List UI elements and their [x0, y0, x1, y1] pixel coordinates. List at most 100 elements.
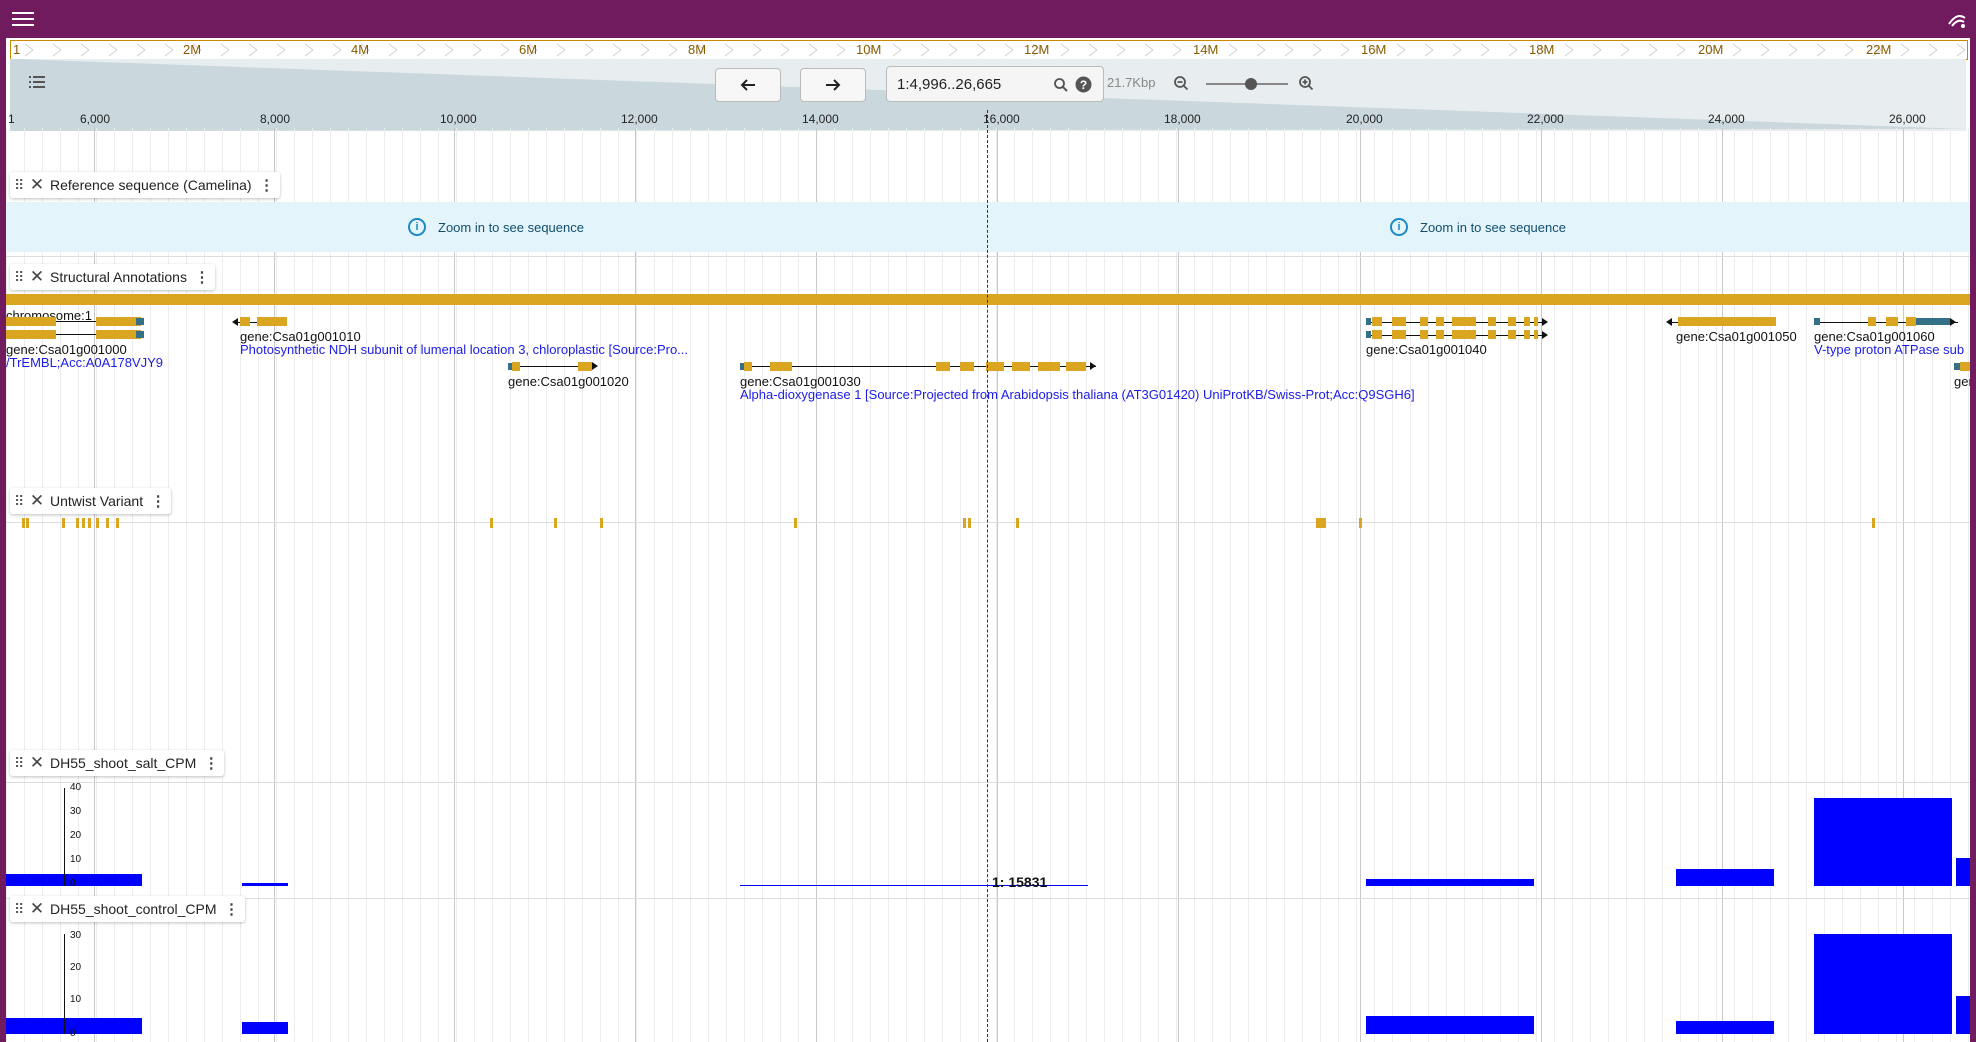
- location-search-box[interactable]: ?: [886, 66, 1104, 102]
- axis-line: [64, 788, 65, 886]
- track-separator: [6, 782, 1970, 783]
- track-name: DH55_shoot_control_CPM: [50, 901, 217, 917]
- grid-line: [1896, 128, 1897, 1042]
- ruler-label: 18,000: [1164, 112, 1201, 126]
- zoom-in-message: i Zoom in to see sequence: [6, 202, 986, 252]
- axis-tick: 30: [70, 930, 82, 941]
- variant-marker[interactable]: [794, 518, 797, 528]
- drag-handle-icon[interactable]: ⠿: [14, 177, 28, 194]
- search-icon[interactable]: [1053, 77, 1069, 93]
- tracks-container: ⠿ ✕ Reference sequence (Camelina) ⋮ i Zo…: [6, 128, 1970, 1042]
- variant-marker[interactable]: [600, 518, 603, 528]
- zoom-slider-thumb[interactable]: [1245, 78, 1257, 90]
- drag-handle-icon[interactable]: ⠿: [14, 493, 28, 510]
- variant-marker[interactable]: [62, 518, 65, 528]
- track-name: Structural Annotations: [50, 269, 187, 285]
- grid-line: [1950, 128, 1951, 1042]
- variant-marker[interactable]: [26, 518, 29, 528]
- close-icon[interactable]: ✕: [28, 491, 46, 511]
- variant-marker[interactable]: [106, 518, 109, 528]
- grid-line: [1302, 128, 1303, 1042]
- drag-handle-icon[interactable]: ⠿: [14, 901, 28, 918]
- major-grid-line: [1903, 128, 1904, 1042]
- track-menu-icon[interactable]: ⋮: [202, 754, 220, 772]
- grid-line: [258, 128, 259, 1042]
- drag-handle-icon[interactable]: ⠿: [14, 755, 28, 772]
- grid-line: [762, 128, 763, 1042]
- overview-tick-label: 10M: [856, 42, 882, 57]
- grid-line: [1374, 128, 1375, 1042]
- zoom-in-icon[interactable]: [1298, 75, 1315, 92]
- coverage-bar[interactable]: [242, 1022, 288, 1034]
- axis-tick: 0: [70, 1028, 76, 1039]
- overview-scalebar[interactable]: 1 2M 4M 6M 8M 10M 12M 14M 16M 18M 20M 22M: [10, 40, 1968, 60]
- bp-per-view-label: 21.7Kbp: [1107, 75, 1156, 90]
- forward-button[interactable]: [800, 68, 866, 102]
- grid-line: [1878, 128, 1879, 1042]
- variant-marker[interactable]: [490, 518, 493, 528]
- coverage-bar[interactable]: [1814, 798, 1952, 886]
- variant-marker[interactable]: [82, 518, 85, 528]
- help-icon[interactable]: ?: [1075, 76, 1092, 93]
- track-label-salt: ⠿ ✕ DH55_shoot_salt_CPM ⋮: [10, 750, 225, 776]
- cursor-position-readout: 1: 15831: [992, 874, 1048, 890]
- back-button[interactable]: [715, 68, 781, 102]
- coverage-bar[interactable]: [242, 883, 288, 886]
- chromosome-feature[interactable]: [6, 294, 1970, 305]
- grid-line: [1806, 128, 1807, 1042]
- track-menu-icon[interactable]: ⋮: [223, 900, 241, 918]
- variant-marker[interactable]: [968, 518, 971, 528]
- y-axis-control: 30 20 10 0: [54, 930, 94, 1039]
- close-icon[interactable]: ✕: [28, 899, 46, 919]
- zoom-out-icon[interactable]: [1173, 75, 1190, 92]
- variant-marker[interactable]: [76, 518, 79, 528]
- grid-line: [1752, 128, 1753, 1042]
- coverage-bar[interactable]: [1956, 996, 1970, 1034]
- grid-line: [330, 128, 331, 1042]
- variant-marker[interactable]: [1016, 518, 1019, 528]
- grid-line: [672, 128, 673, 1042]
- coverage-bar[interactable]: [1366, 879, 1534, 886]
- grid-line: [1392, 128, 1393, 1042]
- grid-line: [438, 128, 439, 1042]
- axis-tick: 40: [70, 782, 82, 793]
- grid-line: [960, 128, 961, 1042]
- grid-line: [1572, 128, 1573, 1042]
- close-icon[interactable]: ✕: [28, 175, 46, 195]
- grid-line: [798, 128, 799, 1042]
- coverage-bar[interactable]: [1366, 1016, 1534, 1034]
- grid-line: [1734, 128, 1735, 1042]
- coverage-bar[interactable]: [1814, 934, 1952, 1034]
- track-menu-icon[interactable]: ⋮: [193, 268, 211, 286]
- gene-description: Alpha-dioxygenase 1 [Source:Projected fr…: [740, 387, 1415, 402]
- grid-line: [1932, 128, 1933, 1042]
- variant-marker[interactable]: [88, 518, 91, 528]
- zoom-slider[interactable]: [1206, 77, 1288, 91]
- grid-line: [1086, 128, 1087, 1042]
- variant-marker[interactable]: [554, 518, 557, 528]
- variant-marker[interactable]: [1316, 518, 1326, 528]
- grid-line: [1176, 128, 1177, 1042]
- coverage-bar[interactable]: [1676, 869, 1774, 886]
- location-input[interactable]: [895, 75, 1049, 94]
- track-menu-icon[interactable]: ⋮: [258, 176, 276, 194]
- jbrowse-logo-icon[interactable]: [1946, 10, 1968, 30]
- cursor-guide-line: [987, 110, 988, 1042]
- variant-marker[interactable]: [116, 518, 119, 528]
- track-menu-icon[interactable]: ⋮: [149, 492, 167, 510]
- ruler-label: 12,000: [621, 112, 658, 126]
- variant-marker[interactable]: [1872, 518, 1875, 528]
- close-icon[interactable]: ✕: [28, 267, 46, 287]
- track-name: Reference sequence (Camelina): [50, 177, 252, 193]
- drag-handle-icon[interactable]: ⠿: [14, 269, 28, 286]
- hamburger-menu-icon[interactable]: [12, 8, 34, 30]
- zoom-message-text: Zoom in to see sequence: [438, 219, 584, 235]
- variant-marker[interactable]: [96, 518, 99, 528]
- close-icon[interactable]: ✕: [28, 753, 46, 773]
- variant-marker[interactable]: [1359, 518, 1362, 528]
- coverage-bar[interactable]: [1956, 858, 1970, 886]
- coverage-bar[interactable]: [1676, 1021, 1774, 1034]
- track-list-icon[interactable]: [28, 73, 46, 91]
- variant-marker[interactable]: [963, 518, 966, 528]
- variant-marker[interactable]: [22, 518, 25, 528]
